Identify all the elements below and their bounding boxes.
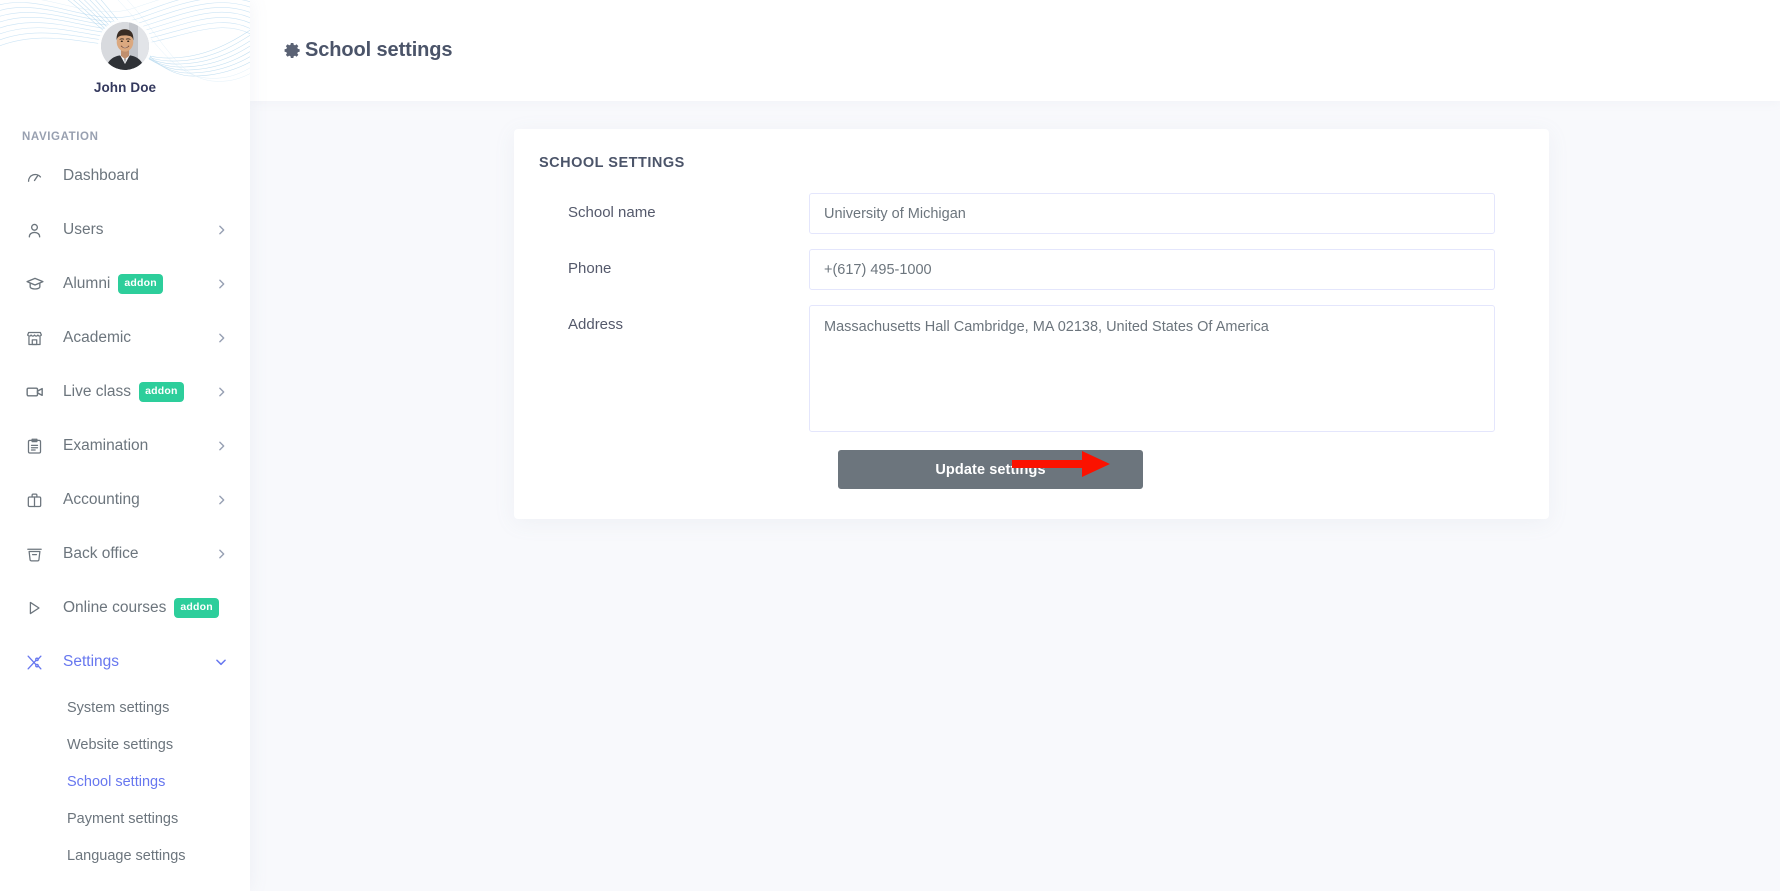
sidebar-item-label: Back office bbox=[63, 545, 139, 562]
sidebar-content: John Doe NAVIGATION Dashboard Users Alum… bbox=[0, 0, 250, 891]
sidebar-item-label: Settings bbox=[63, 653, 120, 670]
sidebar-item-label: Alumni bbox=[63, 275, 111, 292]
app-root: John Doe NAVIGATION Dashboard Users Alum… bbox=[0, 0, 1780, 891]
sidebar: John Doe NAVIGATION Dashboard Users Alum… bbox=[0, 0, 250, 891]
video-camera-icon bbox=[25, 382, 47, 402]
clipboard-icon bbox=[25, 437, 47, 456]
gear-icon bbox=[283, 41, 302, 60]
submenu-item-label: Website settings bbox=[67, 736, 174, 753]
submenu-item-school-settings[interactable]: School settings bbox=[0, 763, 250, 800]
chevron-right-icon bbox=[215, 548, 228, 561]
chevron-right-icon bbox=[215, 224, 228, 237]
chevron-right-icon bbox=[215, 278, 228, 291]
sidebar-item-examination[interactable]: Examination bbox=[0, 419, 250, 473]
form-row-phone: Phone bbox=[539, 249, 1519, 290]
archive-icon bbox=[25, 545, 47, 564]
sidebar-item-live-class[interactable]: Live class addon bbox=[0, 365, 250, 419]
sidebar-nav-list: Dashboard Users Alumni addon Academic Li… bbox=[0, 149, 250, 689]
store-icon bbox=[25, 329, 47, 348]
chevron-right-icon bbox=[215, 386, 228, 399]
card-title: SCHOOL SETTINGS bbox=[539, 155, 685, 171]
submenu-item-label: Language settings bbox=[67, 847, 186, 864]
submenu-item-payment-settings[interactable]: Payment settings bbox=[0, 800, 250, 837]
school-settings-form: School name Phone Address Update setting… bbox=[539, 193, 1519, 489]
sidebar-item-accounting[interactable]: Accounting bbox=[0, 473, 250, 527]
address-label: Address bbox=[568, 316, 624, 333]
form-actions: Update settings bbox=[539, 450, 1519, 489]
chevron-right-icon bbox=[215, 440, 228, 453]
avatar[interactable] bbox=[101, 22, 149, 70]
school-name-label: School name bbox=[568, 204, 656, 221]
phone-label: Phone bbox=[568, 260, 612, 277]
page-header: School settings bbox=[250, 0, 1780, 101]
form-row-school-name: School name bbox=[539, 193, 1519, 234]
chevron-right-icon bbox=[215, 494, 228, 507]
graduation-cap-icon bbox=[25, 274, 47, 294]
settings-submenu: System settings Website settings School … bbox=[0, 689, 250, 874]
briefcase-icon bbox=[25, 491, 47, 510]
content-area: SCHOOL SETTINGS School name Phone Addres… bbox=[250, 101, 1780, 891]
submenu-item-system-settings[interactable]: System settings bbox=[0, 689, 250, 726]
sidebar-user-block[interactable]: John Doe bbox=[0, 0, 250, 95]
school-settings-card: SCHOOL SETTINGS School name Phone Addres… bbox=[514, 129, 1549, 519]
sidebar-item-label: Examination bbox=[63, 437, 149, 454]
submenu-item-language-settings[interactable]: Language settings bbox=[0, 837, 250, 874]
sidebar-item-settings[interactable]: Settings bbox=[0, 635, 250, 689]
form-row-address: Address bbox=[539, 305, 1519, 432]
submenu-item-label: System settings bbox=[67, 699, 170, 716]
addon-badge: addon bbox=[174, 598, 219, 618]
sidebar-user-name: John Doe bbox=[93, 80, 157, 95]
addon-badge: addon bbox=[118, 274, 163, 294]
sidebar-item-online-courses[interactable]: Online courses addon bbox=[0, 581, 250, 635]
sidebar-item-alumni[interactable]: Alumni addon bbox=[0, 257, 250, 311]
speedometer-icon bbox=[25, 167, 47, 186]
nav-section-heading: NAVIGATION bbox=[22, 131, 99, 143]
main-content: School settings SCHOOL SETTINGS School n… bbox=[250, 0, 1780, 891]
user-avatar-photo-icon bbox=[101, 22, 149, 70]
submenu-item-website-settings[interactable]: Website settings bbox=[0, 726, 250, 763]
sidebar-item-label: Live class bbox=[63, 383, 132, 400]
chevron-down-icon bbox=[214, 655, 228, 669]
sidebar-item-label: Users bbox=[63, 221, 104, 238]
addon-badge: addon bbox=[139, 382, 184, 402]
sidebar-item-academic[interactable]: Academic bbox=[0, 311, 250, 365]
address-textarea[interactable] bbox=[809, 305, 1495, 432]
play-triangle-icon bbox=[25, 599, 47, 617]
sidebar-item-label: Dashboard bbox=[63, 167, 139, 184]
sidebar-item-label: Online courses bbox=[63, 599, 167, 616]
submenu-item-label: School settings bbox=[67, 773, 166, 790]
chevron-right-icon bbox=[215, 332, 228, 345]
sidebar-item-dashboard[interactable]: Dashboard bbox=[0, 149, 250, 203]
phone-input[interactable] bbox=[809, 249, 1495, 290]
sidebar-item-users[interactable]: Users bbox=[0, 203, 250, 257]
sidebar-item-back-office[interactable]: Back office bbox=[0, 527, 250, 581]
page-title: School settings bbox=[283, 39, 453, 62]
submenu-item-label: Payment settings bbox=[67, 810, 179, 827]
user-icon bbox=[25, 221, 47, 240]
page-title-text: School settings bbox=[305, 39, 453, 61]
sidebar-item-label: Accounting bbox=[63, 491, 140, 508]
tools-icon bbox=[25, 653, 47, 672]
update-settings-button[interactable]: Update settings bbox=[838, 450, 1143, 489]
school-name-input[interactable] bbox=[809, 193, 1495, 234]
sidebar-item-label: Academic bbox=[63, 329, 132, 346]
